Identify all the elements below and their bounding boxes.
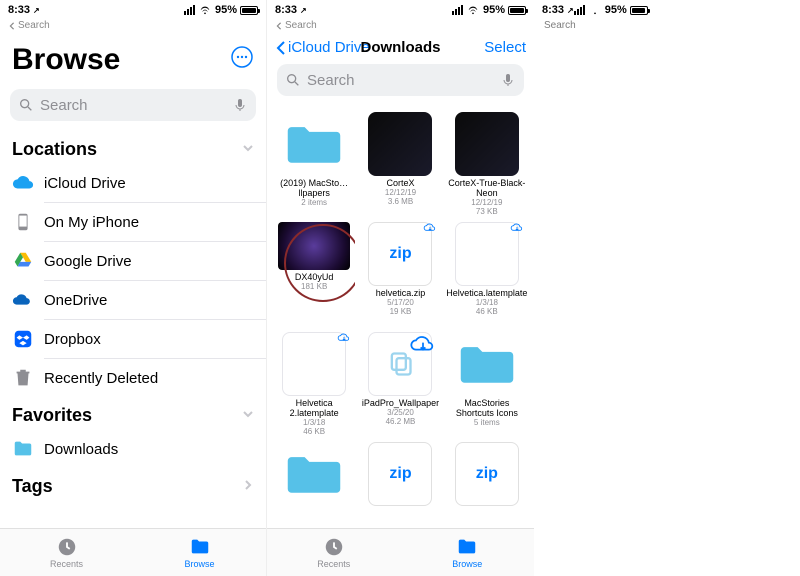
status-time: 8:33 (8, 4, 30, 16)
dropbox-icon (12, 328, 34, 350)
file-item[interactable]: (2019) MacSto…llpapers2 items (273, 110, 355, 218)
battery-pct: 95% (215, 4, 237, 16)
location-dropbox[interactable]: Dropbox (0, 320, 266, 358)
phone-icon (12, 211, 34, 233)
status-bar: 8:33↗ 95% (534, 0, 550, 20)
chevron-down-icon (242, 407, 254, 425)
wifi-icon (466, 5, 480, 15)
select-button[interactable]: Select (484, 39, 526, 56)
cloud-download-icon (337, 331, 351, 347)
location-on-my-iphone[interactable]: On My iPhone (0, 203, 266, 241)
browse-pane: 8:33↗ 95% Search Browse Search Locations… (0, 0, 267, 576)
trash-icon (12, 367, 34, 389)
page-title: Browse (12, 43, 120, 77)
search-icon (18, 97, 34, 113)
locations-header[interactable]: Locations (0, 131, 266, 164)
tab-browse[interactable]: Browse (133, 529, 266, 576)
file-name: Helvetica 2.latemplate (273, 399, 355, 419)
file-name: (2019) MacSto…llpapers (273, 179, 355, 199)
cloud-download-icon (510, 221, 524, 237)
battery-icon (240, 6, 258, 15)
file-name: CorteX-True-Black-Neon (446, 179, 528, 199)
back-to-search[interactable]: Search (267, 20, 534, 35)
favorite-downloads[interactable]: Downloads (0, 430, 266, 468)
back-button[interactable]: iCloud Drive (275, 39, 370, 56)
mic-icon[interactable] (500, 72, 516, 88)
status-bar: 8:33↗ 95% (0, 0, 266, 20)
more-options-button[interactable] (230, 43, 254, 77)
onedrive-icon (12, 289, 34, 311)
location-icloud-drive[interactable]: iCloud Drive (0, 164, 266, 202)
back-to-search[interactable]: Search (0, 20, 266, 35)
tab-recents[interactable]: Recents (267, 529, 401, 576)
favorites-header[interactable]: Favorites (0, 397, 266, 430)
file-item[interactable]: DX40yUd181 KB (273, 220, 355, 328)
tab-bar: Recents Browse (0, 528, 266, 576)
file-item[interactable]: CorteX-True-Black-Neon12/12/1973 KB (446, 110, 528, 218)
chevron-right-icon (242, 478, 254, 496)
status-bar: 8:33↗ 95% (267, 0, 534, 20)
file-item[interactable]: CorteX12/12/193.6 MB (359, 110, 441, 218)
signal-icon (184, 5, 195, 15)
wifi-icon (198, 5, 212, 15)
tab-bar: Recents Browse (267, 528, 534, 576)
search-input[interactable]: Search (10, 89, 256, 121)
search-input[interactable]: Search (277, 64, 524, 96)
file-name: MacStories Shortcuts Icons (446, 399, 528, 419)
cloud-download-icon (409, 331, 437, 361)
file-item[interactable]: MacStories Shortcuts Icons5 items (446, 330, 528, 438)
chevron-down-icon (242, 141, 254, 159)
signal-icon (574, 5, 585, 15)
tags-header[interactable]: Tags (0, 468, 266, 501)
downloads-pane: 8:33↗ 95% Search iCloud Drive Downloads … (267, 0, 534, 576)
search-icon (285, 72, 301, 88)
folder-icon (12, 438, 34, 460)
wifi-icon (588, 5, 602, 15)
location-onedrive[interactable]: OneDrive (0, 281, 266, 319)
battery-icon (508, 6, 526, 15)
file-item[interactable]: ziphelvetica.zip5/17/2019 KB (359, 220, 441, 328)
signal-icon (452, 5, 463, 15)
location-google-drive[interactable]: Google Drive (0, 242, 266, 280)
tab-browse[interactable]: Browse (401, 529, 535, 576)
file-item[interactable]: iPadPro_Wallpaper3/25/2046.2 MB (359, 330, 441, 438)
mic-icon[interactable] (232, 97, 248, 113)
cloud-icon (12, 172, 34, 194)
cloud-download-icon (423, 221, 437, 240)
location-recently-deleted[interactable]: Recently Deleted (0, 359, 266, 397)
tab-recents[interactable]: Recents (0, 529, 133, 576)
file-item[interactable]: Helvetica.latemplate1/3/1846 KB (446, 220, 528, 328)
file-item[interactable]: Helvetica 2.latemplate1/3/1846 KB (273, 330, 355, 438)
google-drive-icon (12, 250, 34, 272)
battery-icon (630, 6, 648, 15)
